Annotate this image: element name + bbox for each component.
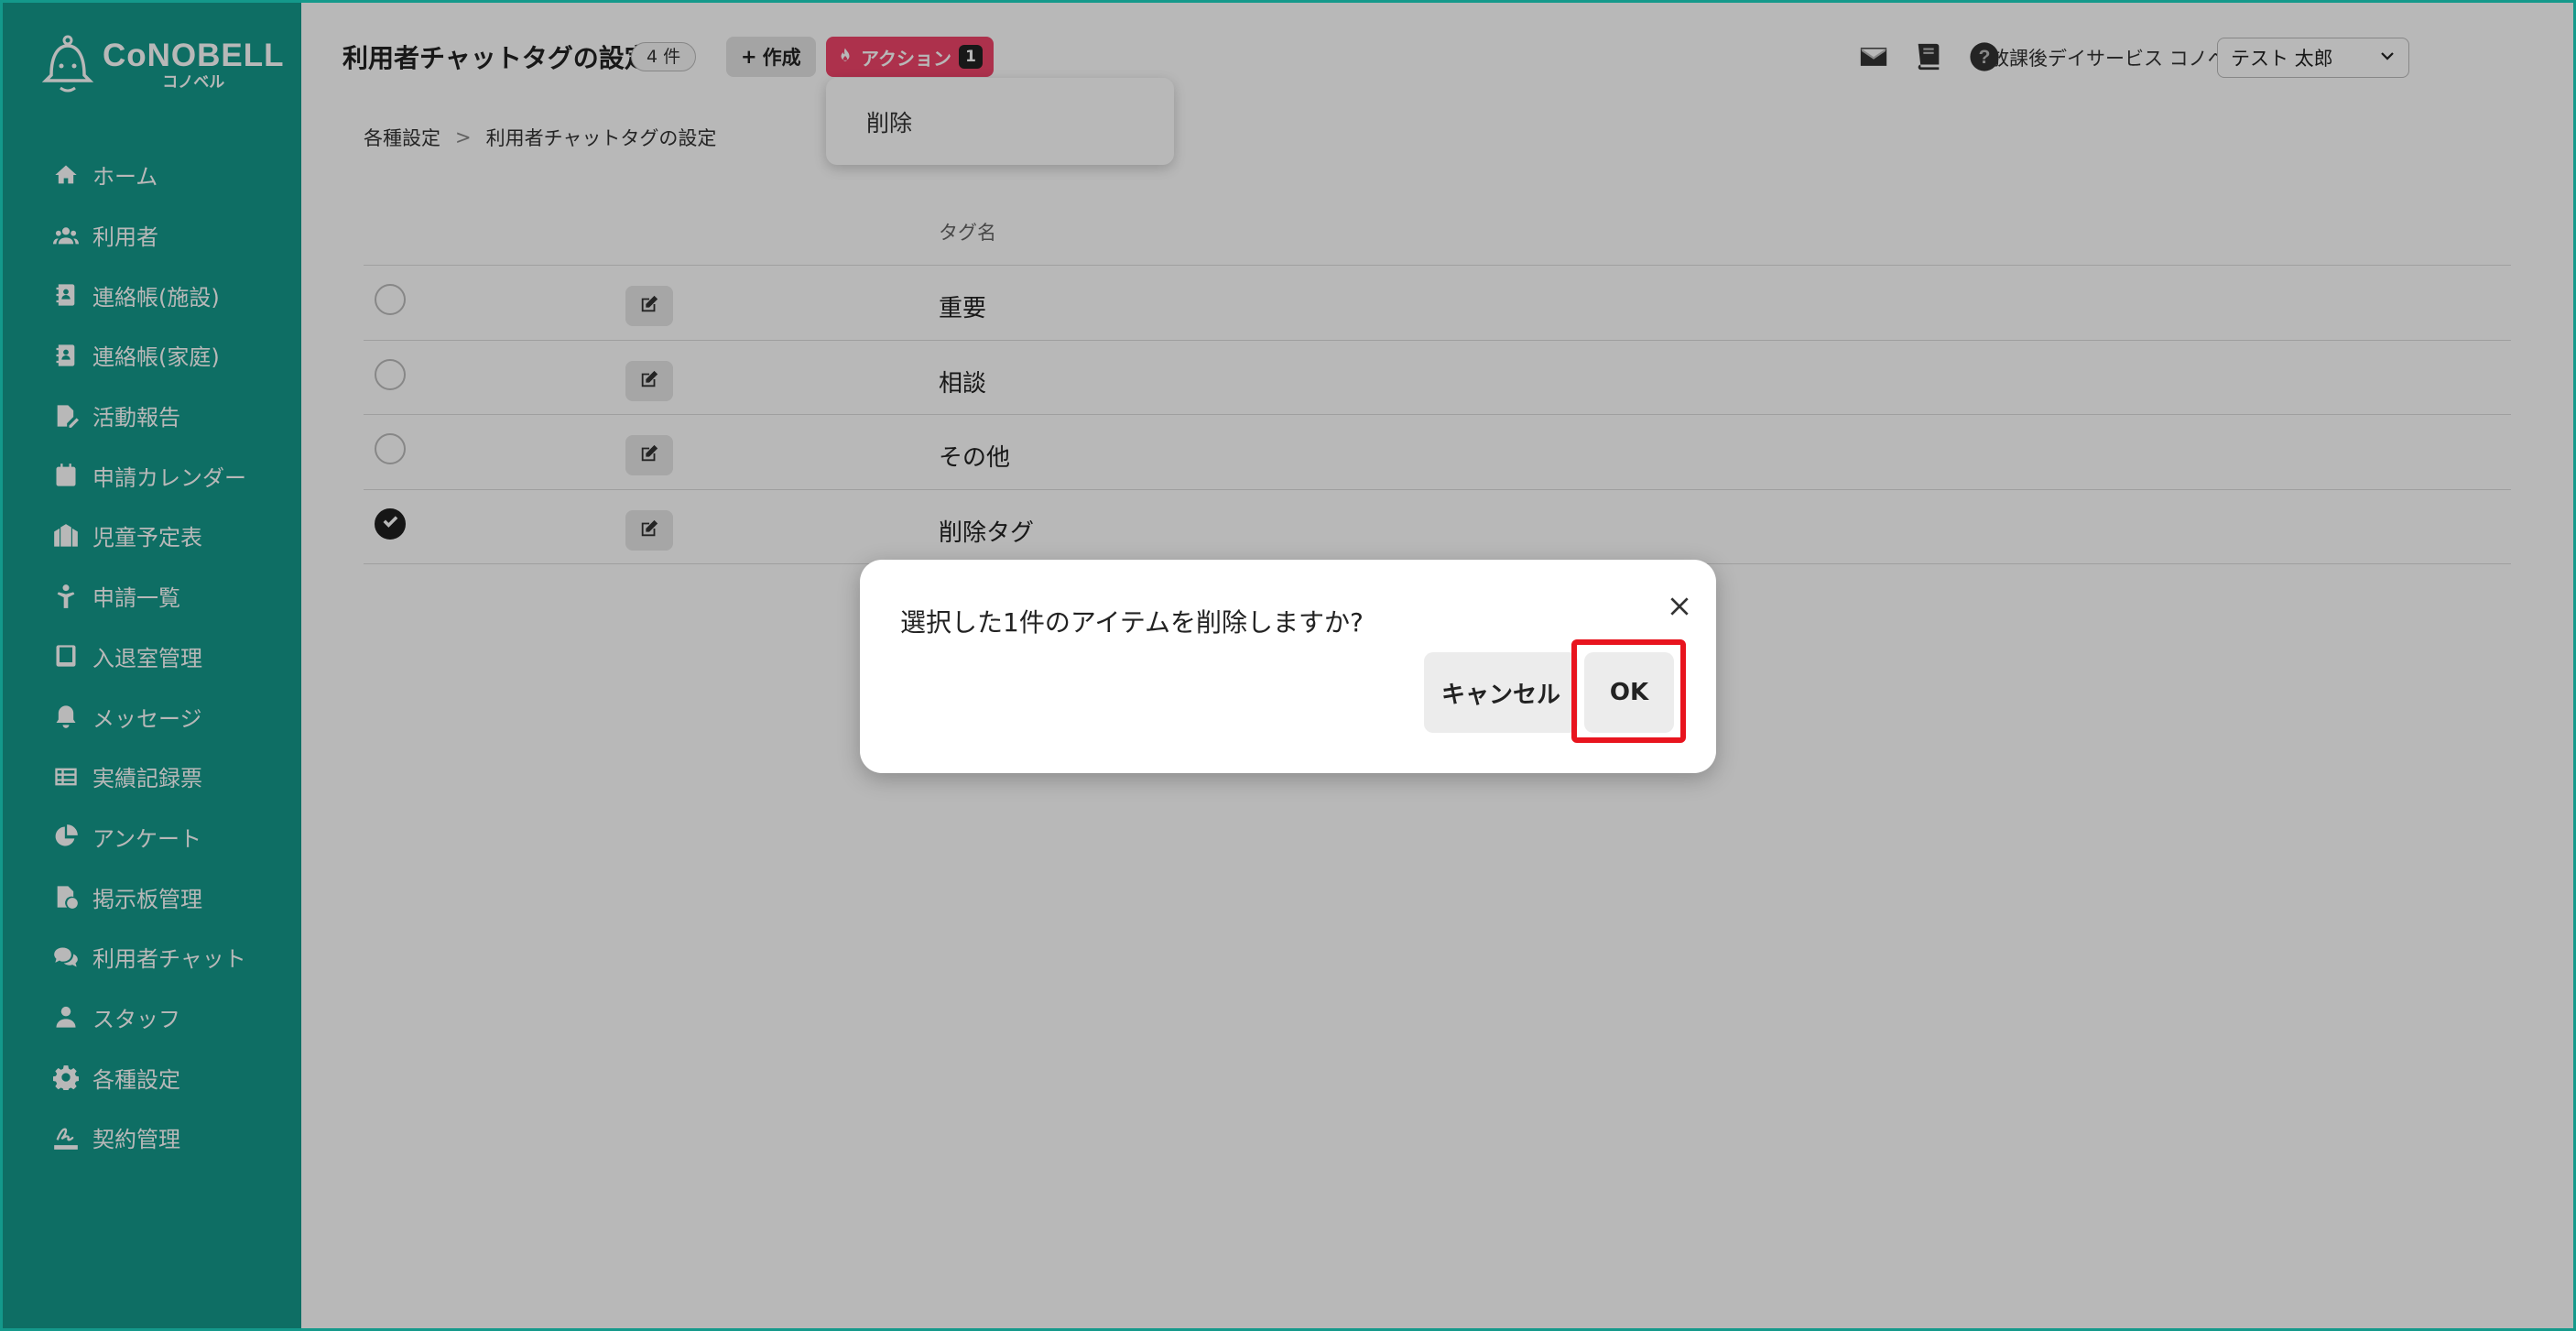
ok-button[interactable]: OK <box>1584 652 1674 733</box>
confirm-message: 選択した1件のアイテムを削除しますか? <box>900 607 1364 638</box>
close-button[interactable] <box>1664 593 1695 624</box>
confirm-dialog: 選択した1件のアイテムを削除しますか? キャンセル OK <box>860 560 1716 773</box>
cancel-button[interactable]: キャンセル <box>1424 652 1578 733</box>
close-icon <box>1668 595 1691 622</box>
